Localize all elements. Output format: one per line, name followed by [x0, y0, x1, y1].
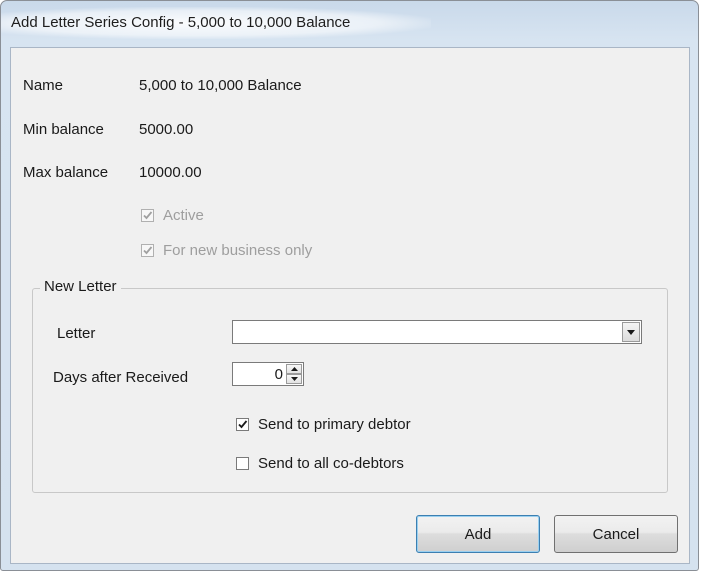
window-title: Add Letter Series Config - 5,000 to 10,0…	[11, 14, 351, 31]
letter-dropdown-button[interactable]	[622, 322, 640, 342]
active-label: Active	[163, 207, 204, 224]
max-balance-label: Max balance	[23, 164, 109, 181]
send-primary-checkbox-box[interactable]	[236, 418, 249, 431]
new-business-checkbox-box[interactable]	[141, 244, 154, 257]
new-business-checkbox[interactable]: For new business only	[141, 242, 312, 259]
dialog-window: Add Letter Series Config - 5,000 to 10,0…	[0, 0, 699, 571]
cancel-button[interactable]: Cancel	[554, 515, 678, 553]
name-value: 5,000 to 10,000 Balance	[139, 77, 302, 94]
dialog-body: Name 5,000 to 10,000 Balance Min balance…	[10, 47, 690, 564]
active-checkbox-box[interactable]	[141, 209, 154, 222]
stepper-down-button[interactable]	[286, 374, 302, 384]
add-button[interactable]: Add	[416, 515, 540, 553]
stepper-buttons	[286, 364, 302, 384]
letter-dropdown[interactable]	[232, 320, 642, 344]
arrow-up-icon	[290, 367, 298, 371]
checkmark-icon	[143, 246, 153, 255]
days-after-received-label: Days after Received	[53, 369, 189, 386]
name-label: Name	[23, 77, 64, 94]
send-primary-label: Send to primary debtor	[258, 416, 411, 433]
send-all-checkbox[interactable]: Send to all co-debtors	[236, 455, 404, 472]
send-all-checkbox-box[interactable]	[236, 457, 249, 470]
arrow-down-icon	[290, 377, 298, 381]
days-after-received-value: 0	[274, 366, 283, 383]
days-after-received-stepper[interactable]: 0	[232, 362, 304, 386]
checkmark-icon	[238, 420, 248, 429]
min-balance-value: 5000.00	[139, 121, 194, 138]
title-bar[interactable]: Add Letter Series Config - 5,000 to 10,0…	[1, 1, 698, 47]
new-letter-group-title: New Letter	[40, 278, 121, 295]
send-all-label: Send to all co-debtors	[258, 455, 404, 472]
chevron-down-icon	[627, 329, 635, 335]
letter-label: Letter	[57, 325, 96, 342]
new-business-label: For new business only	[163, 242, 313, 259]
active-checkbox[interactable]: Active	[141, 207, 204, 224]
checkmark-icon	[143, 211, 153, 220]
send-primary-checkbox[interactable]: Send to primary debtor	[236, 416, 411, 433]
max-balance-value: 10000.00	[139, 164, 202, 181]
min-balance-label: Min balance	[23, 121, 104, 138]
stepper-up-button[interactable]	[286, 364, 302, 374]
